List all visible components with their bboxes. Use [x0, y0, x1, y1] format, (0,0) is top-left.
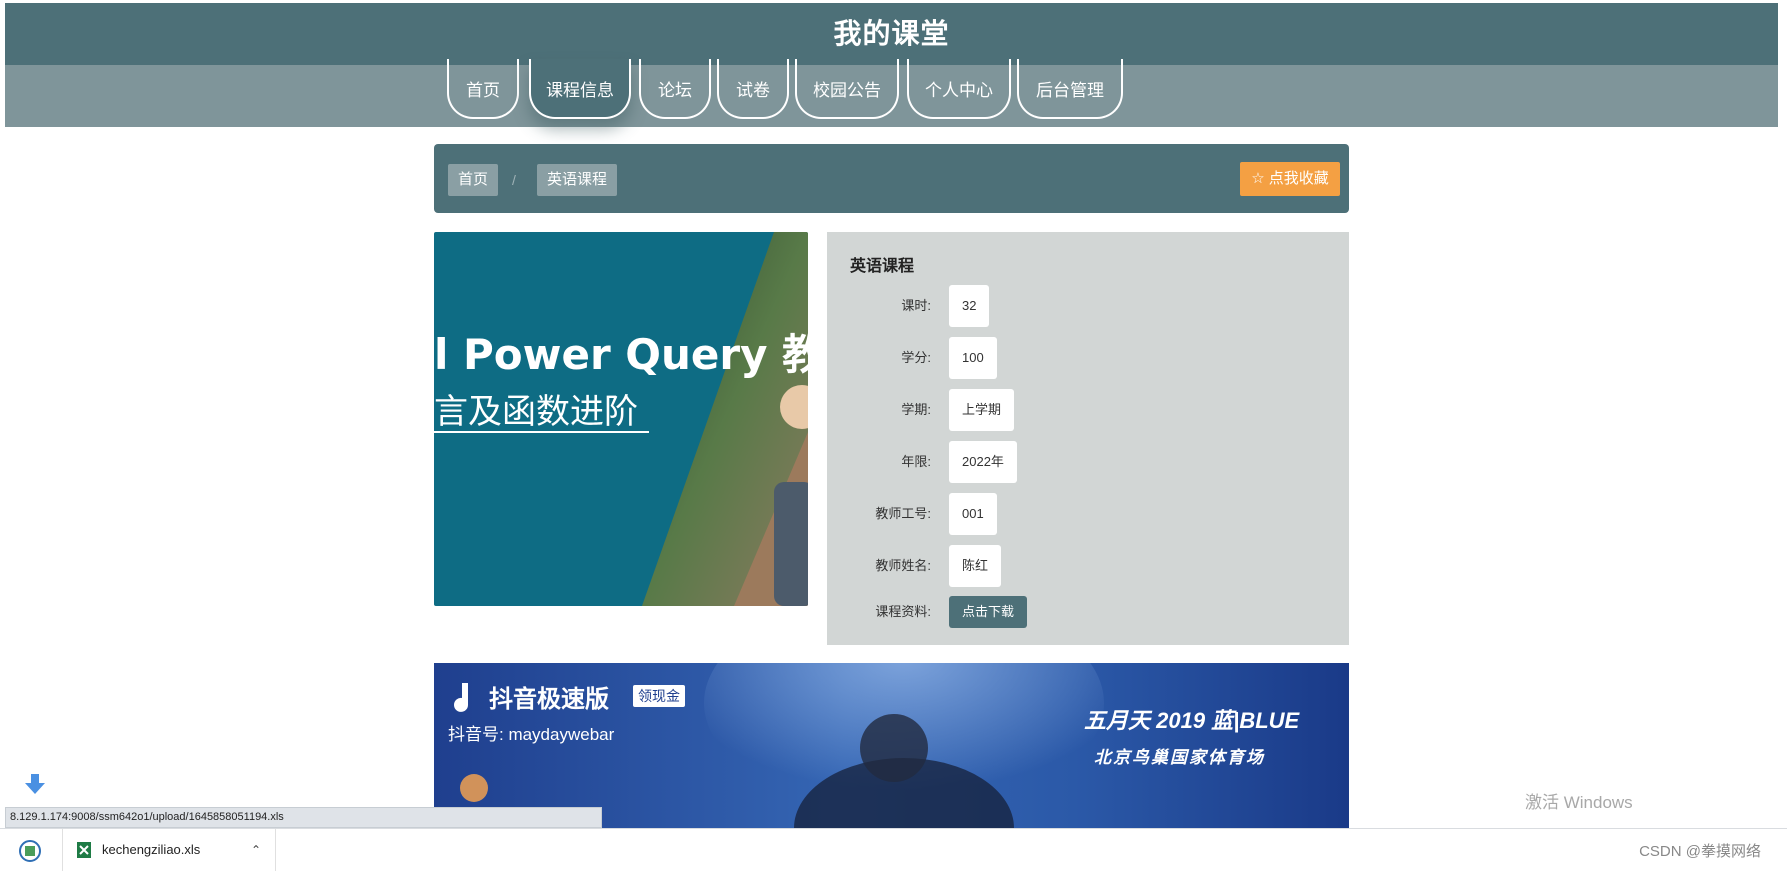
nav-item-announcements[interactable]: 校园公告: [795, 59, 899, 119]
field-label: 课时:: [901, 298, 931, 313]
video-app-name: 抖音极速版: [489, 686, 609, 713]
favorite-button-label: ☆ 点我收藏: [1251, 170, 1329, 187]
video-event-title: 五月天 2019 蓝|BLUE: [1084, 708, 1300, 733]
nav-item-label: 论坛: [658, 81, 692, 100]
video-venue: 北京鸟巢国家体育场: [1094, 748, 1265, 767]
nav-item-label: 试卷: [736, 81, 770, 100]
field-value: 陈红: [949, 545, 1002, 587]
site-header: 我的课堂: [5, 3, 1778, 65]
download-material-button[interactable]: 点击下载: [949, 596, 1028, 628]
browser-viewport: 我的课堂 首页 课程信息 论坛 试卷 校园公告 个人中心 后台管理 首页 / 英…: [5, 3, 1778, 828]
download-file-name: kechengziliao.xls: [102, 842, 201, 857]
field-row-semester: 学期: 上学期: [827, 389, 1349, 431]
favorite-button[interactable]: ☆ 点我收藏: [1240, 162, 1340, 196]
chevron-up-icon[interactable]: ⌃: [251, 829, 261, 871]
course-cover-image: l Power Query 教 言及函数进阶: [434, 232, 808, 606]
breadcrumb: 首页 / 英语课程 ☆ 点我收藏: [434, 144, 1349, 213]
download-manager-icon[interactable]: [18, 839, 42, 868]
site-title: 我的课堂: [833, 18, 950, 49]
video-badge: 领现金: [633, 685, 685, 707]
breadcrumb-separator: /: [512, 172, 516, 188]
nav-item-profile[interactable]: 个人中心: [907, 59, 1011, 119]
download-arrow-icon: [25, 774, 45, 801]
field-value: 001: [949, 493, 997, 535]
field-row-material: 课程资料: 点击下载: [827, 596, 1349, 628]
field-value: 上学期: [949, 389, 1015, 431]
nav-item-label: 首页: [466, 81, 500, 100]
breadcrumb-home[interactable]: 首页: [448, 164, 499, 196]
nav-item-label: 校园公告: [813, 81, 881, 100]
nav-item-forum[interactable]: 论坛: [639, 59, 711, 119]
video-account: 抖音号: maydaywebar: [448, 725, 615, 744]
field-row-year: 年限: 2022年: [827, 441, 1349, 483]
field-label: 教师姓名:: [875, 558, 931, 573]
nav-item-admin[interactable]: 后台管理: [1017, 59, 1123, 119]
windows-activation-watermark: 激活 Windows: [1525, 793, 1633, 812]
field-label: 教师工号:: [875, 506, 931, 521]
breadcrumb-current: 英语课程: [537, 164, 618, 196]
nav-item-home[interactable]: 首页: [447, 59, 519, 119]
nav-item-exam[interactable]: 试卷: [717, 59, 789, 119]
nav-item-course-info[interactable]: 课程信息: [529, 59, 631, 119]
field-row-credits: 学分: 100: [827, 337, 1349, 379]
field-value: 32: [949, 285, 990, 327]
excel-file-icon: [77, 842, 91, 863]
field-row-teacher-name: 教师姓名: 陈红: [827, 545, 1349, 587]
field-label: 学分:: [901, 350, 931, 365]
course-title: 英语课程: [850, 258, 915, 275]
main-nav: 首页 课程信息 论坛 试卷 校园公告 个人中心 后台管理: [5, 59, 1778, 127]
cover-title-line1: l Power Query 教: [434, 330, 808, 379]
field-row-teacher-id: 教师工号: 001: [827, 493, 1349, 535]
field-value: 2022年: [949, 441, 1017, 483]
status-bar-url: 8.129.1.174:9008/ssm642o1/upload/1645858…: [5, 807, 602, 828]
course-info-panel: 英语课程 课时: 32 学分: 100 学期: 上学期 年限: 2022年 教师…: [827, 232, 1349, 645]
cover-title-line2: 言及函数进阶: [434, 392, 638, 432]
video-player[interactable]: 抖音极速版 领现金 抖音号: maydaywebar 五月天 2019 蓝|BL…: [434, 663, 1349, 828]
csdn-watermark: CSDN @拳摸网络: [1639, 843, 1761, 860]
field-label: 年限:: [901, 454, 931, 469]
field-value: 100: [949, 337, 997, 379]
field-label: 学期:: [901, 402, 931, 417]
nav-item-label: 个人中心: [925, 81, 993, 100]
download-bar: kechengziliao.xls ⌃ CSDN @拳摸网络: [0, 828, 1787, 871]
nav-item-label: 课程信息: [546, 81, 614, 100]
field-label: 课程资料:: [875, 604, 931, 619]
nav-item-label: 后台管理: [1036, 81, 1104, 100]
field-row-hours: 课时: 32: [827, 285, 1349, 327]
download-item[interactable]: kechengziliao.xls ⌃: [62, 829, 276, 871]
